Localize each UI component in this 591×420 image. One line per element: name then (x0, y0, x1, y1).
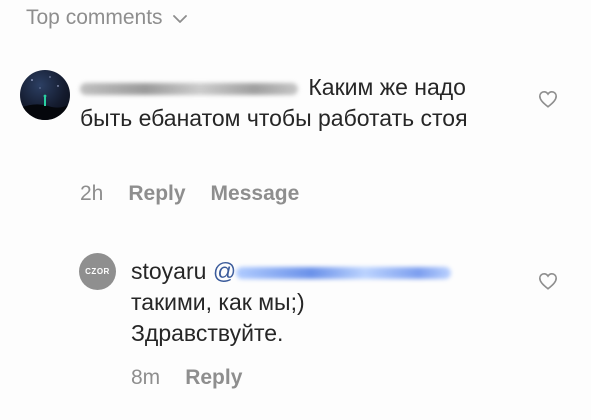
avatar[interactable] (20, 70, 70, 120)
top-comments-label: Top comments (26, 6, 163, 29)
comment-username[interactable] (80, 74, 308, 100)
comment: Каким же надо быть ебанатом чтобы работа… (80, 72, 520, 134)
reply-avatar[interactable]: CZOR (79, 253, 116, 290)
comment-time: 2h (80, 182, 104, 205)
reply-button[interactable]: Reply (185, 366, 242, 390)
reply-time: 8m (131, 366, 161, 389)
reply-comment: stoyaru @ такими, как мы;) Здравствуйте. (131, 256, 511, 349)
comment-meta: 2h Reply Message (80, 182, 299, 206)
reply-avatar-label: CZOR (85, 267, 110, 276)
blurred-username (80, 82, 298, 95)
reply-meta: 8m Reply (131, 366, 242, 390)
reply-body-line2: Здравствуйте. (131, 320, 284, 346)
like-heart-icon[interactable] (538, 272, 558, 290)
reply-mention[interactable]: @ (213, 258, 452, 284)
chevron-down-icon (172, 14, 187, 23)
top-comments-selector[interactable]: Top comments (26, 6, 187, 30)
like-heart-icon[interactable] (538, 90, 558, 108)
avatar-image (20, 76, 70, 120)
reply-username[interactable]: stoyaru (131, 258, 206, 284)
blurred-mention (236, 266, 452, 279)
reply-button[interactable]: Reply (128, 182, 185, 206)
message-button[interactable]: Message (211, 182, 300, 206)
reply-body-line1: такими, как мы;) (131, 289, 305, 315)
